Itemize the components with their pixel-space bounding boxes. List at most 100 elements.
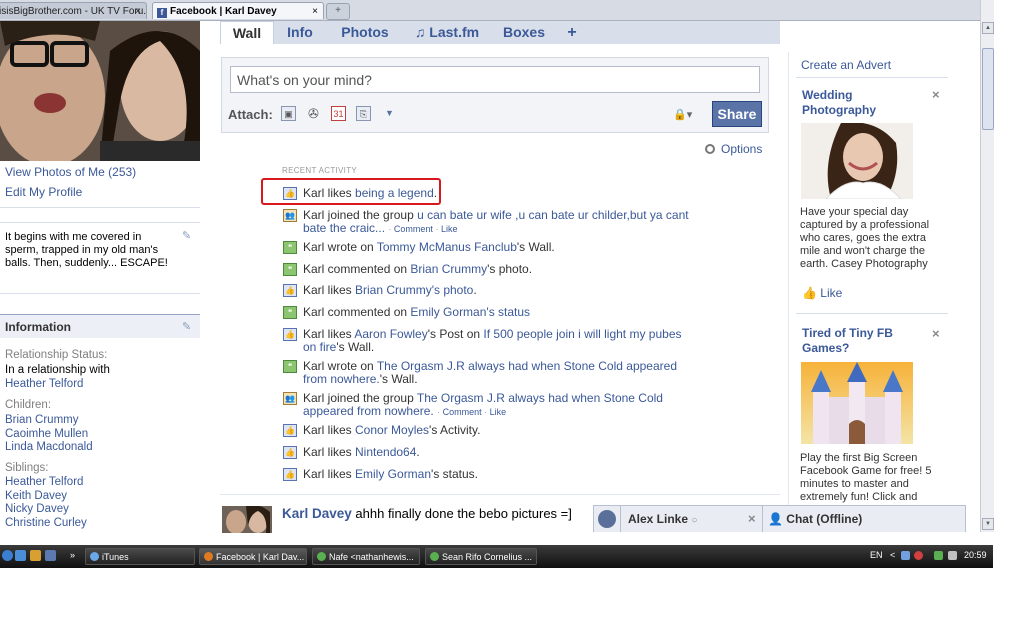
scroll-up-icon[interactable]: ▲: [982, 22, 994, 34]
sibling-link[interactable]: Christine Curley: [5, 517, 87, 529]
child-link[interactable]: Brian Crummy: [5, 414, 78, 426]
tab-photos[interactable]: Photos: [332, 21, 398, 44]
information-header: Information ✎: [0, 314, 200, 338]
photo-attach-icon[interactable]: ▣: [281, 106, 296, 121]
tab-info[interactable]: Info: [276, 21, 324, 44]
scroll-down-icon[interactable]: ▼: [982, 518, 994, 530]
tab-wall[interactable]: Wall: [220, 21, 274, 44]
link-attach-icon[interactable]: ⎘: [356, 106, 371, 121]
browser-tab-label: isisBigBrother.com - UK TV Foru...: [0, 6, 147, 17]
edit-pencil-icon[interactable]: ✎: [182, 320, 191, 333]
sibling-link[interactable]: Nicky Davey: [5, 503, 69, 515]
scrollbar-thumb[interactable]: [982, 48, 994, 130]
page-scrollbar[interactable]: ▲ ▼: [980, 0, 994, 532]
tab-boxes[interactable]: Boxes: [496, 21, 552, 44]
avatar[interactable]: [222, 506, 272, 533]
feed-options-link[interactable]: Options: [705, 142, 762, 156]
quicklaunch-desktop-icon[interactable]: [15, 550, 26, 561]
activity-link[interactable]: Nintendo64: [355, 445, 416, 459]
browser-tab-facebook[interactable]: f Facebook | Karl Davey ×: [152, 2, 324, 19]
close-ad-icon[interactable]: ×: [932, 326, 940, 341]
taskbar-item-messenger[interactable]: Nafe <nathanhewis...: [312, 548, 420, 565]
activity-text: .: [416, 445, 420, 459]
tray-network-icon[interactable]: [901, 551, 910, 560]
chat-status-button[interactable]: 👤 Chat (Offline): [768, 512, 862, 526]
taskbar-item-firefox[interactable]: Facebook | Karl Dav...: [199, 548, 307, 565]
sibling-link[interactable]: Heather Telford: [5, 476, 83, 488]
child-link[interactable]: Caoimhe Mullen: [5, 428, 88, 440]
event-attach-icon[interactable]: 31: [331, 106, 346, 121]
start-orb-icon[interactable]: [2, 550, 13, 561]
wall-post-icon: ❝: [283, 241, 297, 254]
separator: ·: [388, 224, 392, 234]
like-ad-button[interactable]: 👍 Like: [802, 286, 842, 300]
tray-security-icon[interactable]: [914, 551, 923, 560]
close-chat-icon[interactable]: ×: [748, 511, 756, 526]
video-attach-icon[interactable]: ✇: [306, 106, 321, 121]
relationship-label: Relationship Status:: [5, 349, 108, 361]
close-icon[interactable]: ×: [135, 3, 141, 19]
group-icon: 👥: [283, 209, 297, 222]
activity-link[interactable]: Conor Moyles: [355, 423, 429, 437]
activity-link[interactable]: Tommy McManus Fanclub: [377, 240, 517, 254]
activity-text: 's photo.: [487, 262, 533, 276]
add-tab-button[interactable]: +: [560, 21, 584, 44]
relationship-partner-link[interactable]: Heather Telford: [5, 378, 83, 390]
ad-image-wedding[interactable]: [801, 123, 913, 199]
privacy-lock-icon[interactable]: 🔒▾: [673, 108, 692, 121]
quicklaunch-chevron[interactable]: »: [70, 550, 75, 560]
activity-item: 👍 Karl likes Nintendo64.: [283, 446, 703, 459]
activity-item: ❝ Karl commented on Brian Crummy's photo…: [283, 263, 703, 276]
tray-messenger-icon[interactable]: [934, 551, 943, 560]
close-icon[interactable]: ×: [312, 3, 318, 19]
tray-chevron[interactable]: <: [890, 550, 895, 560]
language-indicator[interactable]: EN: [870, 550, 883, 560]
activity-link[interactable]: Brian Crummy: [410, 262, 487, 276]
options-label: Options: [721, 142, 763, 156]
tray-volume-icon[interactable]: [948, 551, 957, 560]
close-ad-icon[interactable]: ×: [932, 87, 940, 102]
like-link[interactable]: Like: [490, 407, 507, 417]
new-tab-button[interactable]: +: [326, 3, 350, 20]
chat-friend-tab[interactable]: Alex Linke ○: [628, 512, 697, 526]
activity-link[interactable]: Emily Gorman: [355, 467, 431, 481]
activity-link[interactable]: Aaron Fowley: [354, 327, 427, 341]
ad-title-games[interactable]: Tired of Tiny FB Games?: [802, 326, 922, 356]
activity-item: 👥 Karl joined the group u can bate ur wi…: [283, 209, 708, 236]
story-author-link[interactable]: Karl Davey: [282, 506, 352, 521]
attach-label: Attach:: [228, 107, 273, 122]
quicklaunch-media-icon[interactable]: [30, 550, 41, 561]
ad-image-castle[interactable]: [801, 362, 913, 444]
share-button[interactable]: Share: [712, 101, 762, 127]
messenger-icon: [317, 552, 326, 561]
create-advert-link[interactable]: Create an Advert: [801, 58, 891, 72]
child-link[interactable]: Linda Macdonald: [5, 441, 93, 453]
ad-title-wedding[interactable]: Wedding Photography: [802, 88, 922, 118]
activity-text: Karl joined the group: [303, 391, 417, 405]
activity-link[interactable]: Brian Crummy's photo: [355, 283, 473, 297]
sibling-link[interactable]: Keith Davey: [5, 490, 67, 502]
browser-tab-bigbrother[interactable]: isisBigBrother.com - UK TV Foru... ×: [0, 2, 147, 19]
separator: ·: [484, 407, 488, 417]
tab-lastfm[interactable]: ♫ Last.fm: [406, 21, 488, 44]
comment-link[interactable]: Comment: [443, 407, 482, 417]
activity-text: Karl likes: [303, 445, 356, 459]
profile-picture[interactable]: [0, 21, 200, 161]
activity-text: Karl likes: [303, 467, 356, 481]
activity-link[interactable]: Emily Gorman's status: [410, 305, 530, 319]
divider: [788, 52, 789, 532]
comment-link[interactable]: Comment: [394, 224, 433, 234]
taskbar-item-itunes[interactable]: iTunes: [85, 548, 195, 565]
status-input[interactable]: What's on your mind?: [230, 66, 760, 93]
edit-pencil-icon[interactable]: ✎: [182, 229, 191, 242]
ad-text-wedding: Have your special day captured by a prof…: [800, 206, 930, 270]
divider: [762, 506, 763, 532]
chevron-down-icon[interactable]: ▼: [382, 106, 397, 121]
like-link[interactable]: Like: [441, 224, 458, 234]
view-photos-link[interactable]: View Photos of Me (253): [5, 165, 136, 179]
globe-icon[interactable]: [598, 510, 616, 528]
quicklaunch-explorer-icon[interactable]: [45, 550, 56, 561]
taskbar-item-conversation[interactable]: Sean Rifo Cornelius ...: [425, 548, 537, 565]
activity-item: 👥 Karl joined the group The Orgasm J.R a…: [283, 392, 708, 419]
edit-profile-link[interactable]: Edit My Profile: [5, 185, 82, 199]
